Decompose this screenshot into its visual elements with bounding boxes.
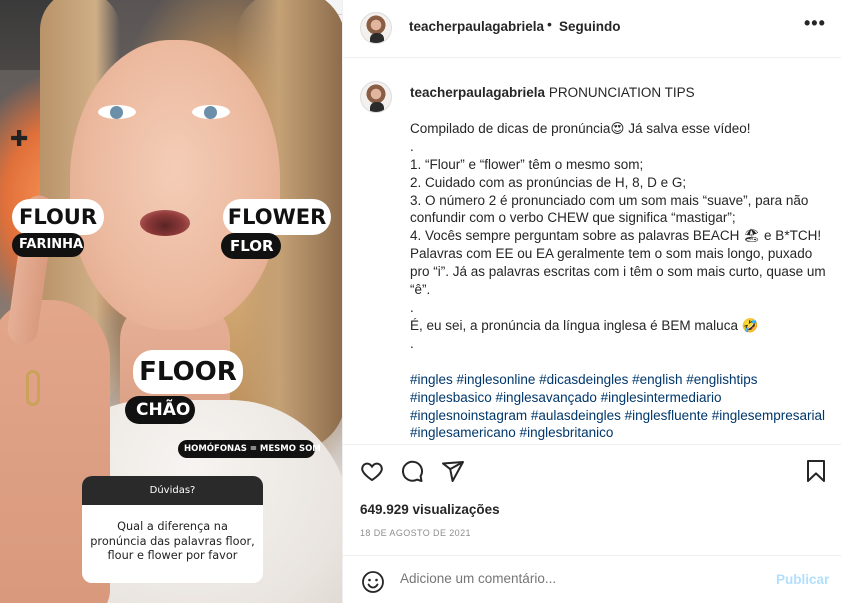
following-button[interactable]: Seguindo — [559, 19, 621, 34]
sticker-chao: CHÃO — [125, 396, 195, 424]
mouth — [140, 210, 190, 236]
ring — [26, 370, 40, 406]
left-eye — [98, 105, 136, 119]
caption-line: . — [410, 138, 414, 154]
emoji-icon[interactable] — [361, 570, 385, 594]
caption-body: teacherpaulagabriela PRONUNCIATION TIPS … — [410, 84, 830, 442]
sticker-flor: FLOR — [221, 233, 281, 259]
caption-line: 2. Cuidado com as pronúncias de H, 8, D … — [410, 174, 687, 190]
caption-line: É, eu sei, a pronúncia da língua inglesa… — [410, 317, 759, 333]
caption-title: PRONUNCIATION TIPS — [548, 85, 695, 100]
heart-icon[interactable] — [360, 459, 384, 483]
right-eye — [192, 105, 230, 119]
caption-hashtags[interactable]: #ingles #inglesonline #dicasdeingles #en… — [410, 371, 830, 443]
sticker-floor: FLOOR — [133, 350, 243, 394]
caption-line: 3. O número 2 é pronunciado com um som m… — [410, 192, 809, 226]
post-header: teacherpaulagabriela • Seguindo ••• — [343, 0, 841, 58]
question-box: Dúvidas? Qual a diferença na pronúncia d… — [82, 476, 263, 583]
caption-line: Compilado de dicas de pronúncia😍 Já salv… — [410, 120, 751, 136]
caption-section[interactable]: teacherpaulagabriela PRONUNCIATION TIPS … — [343, 59, 841, 444]
caption-line: . — [410, 299, 414, 315]
caption-line: 4. Vocês sempre perguntam sobre as palav… — [410, 228, 826, 298]
comment-icon[interactable] — [400, 459, 424, 483]
username-link[interactable]: teacherpaulagabriela — [409, 19, 544, 34]
share-icon[interactable] — [441, 459, 465, 483]
more-options-icon[interactable]: ••• — [804, 13, 826, 34]
caption-username-link[interactable]: teacherpaulagabriela — [410, 85, 545, 100]
comment-bar: Publicar — [343, 555, 841, 603]
plus-sign-decoration: ✚ — [10, 127, 29, 152]
comment-input[interactable] — [400, 571, 760, 586]
post-actions: 649.929 visualizações 18 DE AGOSTO DE 20… — [343, 444, 841, 603]
caption-avatar[interactable] — [360, 81, 392, 113]
publish-button[interactable]: Publicar — [776, 572, 829, 587]
separator-dot: • — [547, 16, 552, 32]
post-date[interactable]: 18 DE AGOSTO DE 2021 — [360, 528, 471, 538]
save-icon[interactable] — [805, 459, 827, 483]
post-sidebar: teacherpaulagabriela • Seguindo ••• teac… — [342, 0, 841, 603]
avatar[interactable] — [360, 12, 392, 44]
instagram-post-view: ✚ FLOUR FARINHA FLOWER FLOR FLOOR CHÃO H… — [0, 0, 841, 603]
caption-line: . — [410, 335, 414, 351]
view-count[interactable]: 649.929 visualizações — [360, 502, 500, 517]
question-box-header: Dúvidas? — [82, 476, 263, 505]
sticker-homofonas: HOMÓFONAS = MESMO SOM — [178, 440, 321, 458]
post-video[interactable]: ✚ FLOUR FARINHA FLOWER FLOR FLOOR CHÃO H… — [0, 0, 342, 603]
caption-line: 1. “Flour” e “flower” têm o mesmo som; — [410, 156, 644, 172]
sticker-farinha: FARINHA — [12, 233, 84, 257]
sticker-flower: FLOWER — [223, 199, 331, 235]
sticker-flour: FLOUR — [12, 199, 104, 235]
question-box-text: Qual a diferença na pronúncia das palavr… — [90, 520, 255, 562]
face — [70, 40, 280, 330]
